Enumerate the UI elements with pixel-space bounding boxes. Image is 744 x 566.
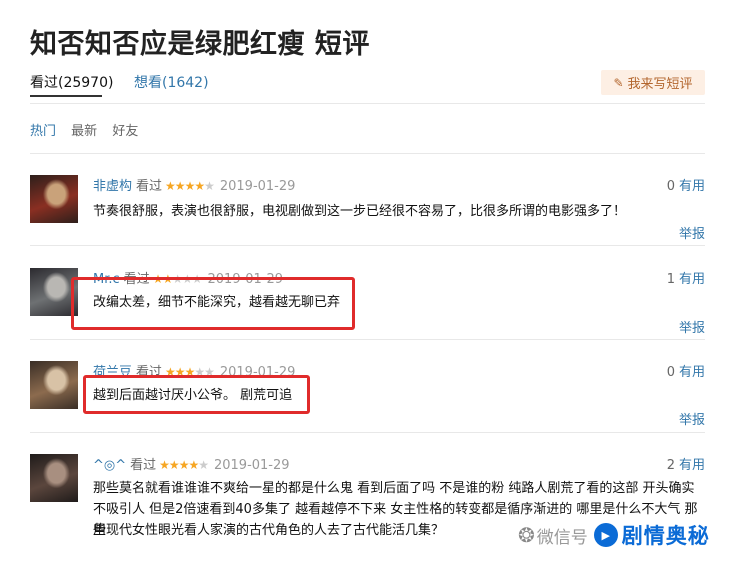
page-title: 知否知否应是绿肥红瘦 短评 [30,29,370,60]
divider [30,103,705,104]
useful-button[interactable]: 有用 [679,179,705,194]
star-icon: ★ [174,179,186,193]
play-icon: ▶ [593,523,618,547]
useful-counter: 2 有用 [667,454,705,473]
comment-date: 2019-01-29 [219,179,296,194]
watermark-left-text: 微信号 [536,527,588,548]
useful-count: 2 [666,458,675,473]
sort-hot[interactable]: 热门 [30,124,56,139]
useful-counter: 1 有用 [667,268,705,287]
comment-meta: 非虚构 看过 ★★★★★ 2019-01-29 [93,175,295,194]
sort-friends[interactable]: 好友 [112,124,138,139]
avatar[interactable] [30,175,78,223]
divider [30,339,705,340]
useful-counter: 0 有用 [667,361,705,380]
rating-stars: ★★★★★ [165,179,215,193]
highlight-box [71,277,355,330]
star-icon: ★ [198,458,209,472]
highlight-box [83,375,310,414]
useful-count: 0 [666,179,675,194]
comment-date: 2019-01-29 [213,458,290,473]
pencil-icon: ✎ [613,75,624,90]
star-icon: ★ [165,179,176,193]
tab-want[interactable]: 想看(1642) [134,72,209,92]
useful-button[interactable]: 有用 [679,365,705,380]
wechat-icon: ❂ [518,523,535,547]
useful-button[interactable]: 有用 [679,458,705,473]
comment-item: 非虚构 看过 ★★★★★ 2019-01-29 0 有用 节奏很舒服，表演也很舒服，电视… [30,175,705,242]
divider [30,245,705,246]
star-icon: ★ [159,458,170,472]
sort-latest[interactable]: 最新 [71,124,97,139]
comment-text-line: 用现代女性眼光看人家演的古代角色的人去了古代能活几集？ [93,523,445,538]
sort-bar: 热门 最新 好友 [30,120,149,139]
report-link[interactable]: 举报 [679,223,705,242]
report-link[interactable]: 举报 [679,317,705,336]
star-icon: ★ [168,458,180,472]
useful-count: 1 [666,272,675,287]
watermark: ❂ 微信号 ▶ 剧情奥秘 [518,518,710,552]
watermark-brand-text: 剧情奥秘 [621,524,710,548]
active-tab-indicator [30,95,102,97]
avatar[interactable] [30,454,78,502]
useful-count: 0 [666,365,675,380]
watched-label: 看过 [136,179,163,194]
tab-watched[interactable]: 看过(25970) [30,72,113,92]
rating-stars: ★★★★★ [159,458,209,472]
useful-button[interactable]: 有用 [679,272,705,287]
star-icon: ★ [188,458,199,472]
comment-text-line: 那些莫名就看谁谁谁不爽给一星的都是什么鬼 看到后面了吗 不是谁的粉 纯路人剧荒了… [93,481,695,496]
comment-meta: ^◎^ 看过 ★★★★★ 2019-01-29 [93,454,290,473]
report-link[interactable]: 举报 [679,409,705,428]
star-icon: ★ [184,179,196,193]
avatar[interactable] [30,361,78,409]
star-icon: ★ [204,179,215,193]
divider [30,153,705,154]
divider [30,432,705,433]
comment-author[interactable]: 非虚构 [93,179,132,194]
useful-counter: 0 有用 [667,175,705,194]
comment-text: 节奏很舒服，表演也很舒服，电视剧做到这一步已经很不容易了，比很多所谓的电影强多了… [93,204,627,219]
watched-label: 看过 [130,458,157,473]
star-icon: ★ [178,458,190,472]
star-icon: ★ [194,179,205,193]
write-review-button[interactable]: ✎ 我来写短评 [601,70,705,95]
write-review-label: 我来写短评 [627,77,693,92]
tab-bar: 看过(25970) 想看(1642) ✎ 我来写短评 [30,70,705,104]
comment-author[interactable]: ^◎^ [93,458,126,473]
